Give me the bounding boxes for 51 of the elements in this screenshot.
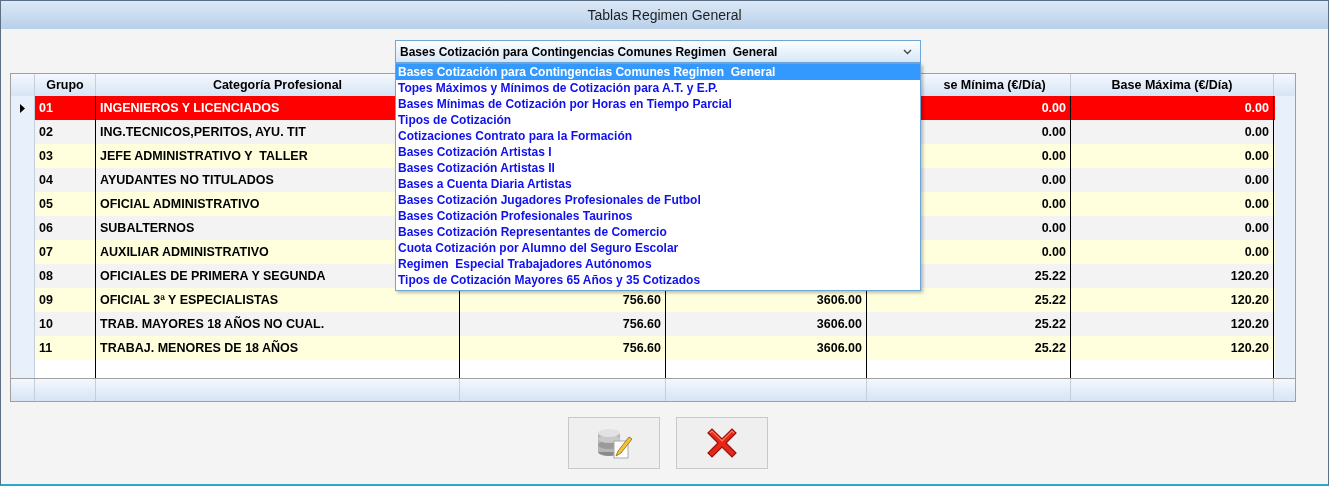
window-title: Tablas Regimen General [587,7,742,23]
table-cell: 25.22 [1034,317,1066,331]
table-cell: 05 [39,197,53,211]
table-cell: TRAB. MAYORES 18 AÑOS NO CUAL. [100,317,325,331]
table-cell: 0.00 [1041,101,1066,115]
table-cell: 25.22 [1034,341,1066,355]
table-cell: 04 [39,173,53,187]
table-cell: 08 [39,269,53,283]
table-cell: 10 [39,317,53,331]
table-cell: ING.TECNICOS,PERITOS, AYU. TIT [100,125,306,139]
table-cell: 06 [39,221,53,235]
table-cell: 03 [39,149,53,163]
table-cell: 756.60 [622,317,661,331]
table-cell: 0.00 [1244,149,1269,163]
table-cell: 0.00 [1041,221,1066,235]
table-cell: 25.22 [1034,269,1066,283]
table-cell: 0.00 [1244,173,1269,187]
table-cell: AYUDANTES NO TITULADOS [100,173,274,187]
table-cell: 0.00 [1244,221,1269,235]
table-cell: JEFE ADMINISTRATIVO Y TALLER [100,149,308,163]
table-cell: 0.00 [1041,173,1066,187]
table-cell: SUBALTERNOS [100,221,195,235]
table-cell: 01 [39,101,53,115]
table-cell: 120.20 [1230,269,1269,283]
table-cell: OFICIAL ADMINISTRATIVO [100,197,260,211]
table-cell: 11 [39,341,53,355]
table-cell: 02 [39,125,53,139]
table-cell: OFICIALES DE PRIMERA Y SEGUNDA [100,269,326,283]
table-cell: 756.60 [622,293,661,307]
table-cell: 0.00 [1041,149,1066,163]
table-cell: 0.00 [1244,101,1269,115]
table-cell: 120.20 [1230,317,1269,331]
table-cell: 3606.00 [816,317,862,331]
table-cell: 0.00 [1041,125,1066,139]
table-cell: 120.20 [1230,293,1269,307]
table-cell: INGENIEROS Y LICENCIADOS [100,101,280,115]
table-cell: 0.00 [1244,125,1269,139]
table-cell: 756.60 [622,341,661,355]
table-cell: 25.22 [1034,293,1066,307]
table-cell: AUXILIAR ADMINISTRATIVO [100,245,269,259]
table-cell: 0.00 [1244,245,1269,259]
table-cell: 0.00 [1041,245,1066,259]
table-cell: TRABAJ. MENORES DE 18 AÑOS [100,341,299,355]
table-cell: 3606.00 [816,341,862,355]
table-cell: 120.20 [1230,341,1269,355]
table-cell: 0.00 [1244,197,1269,211]
table-cell: 3606.00 [816,293,862,307]
table-cell: OFICIAL 3ª Y ESPECIALISTAS [100,293,279,307]
table-cell: 0.00 [1041,197,1066,211]
table-cell: 09 [39,293,53,307]
table-cell: 07 [39,245,53,259]
